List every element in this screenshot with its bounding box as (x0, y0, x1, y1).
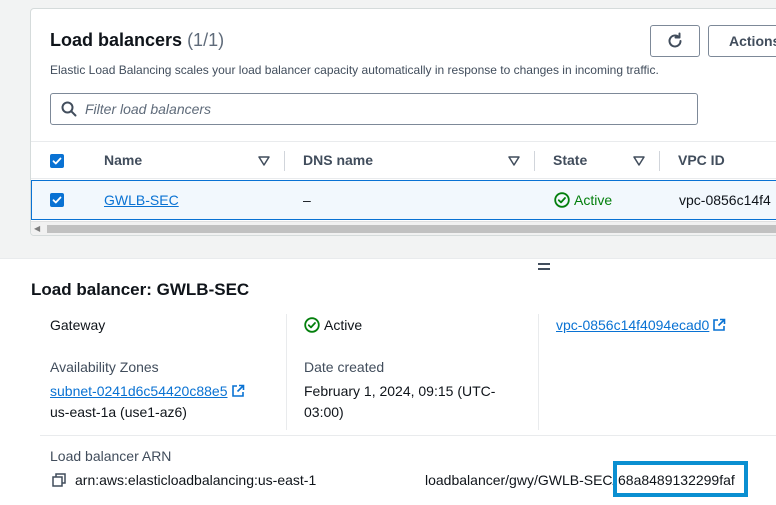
arn-middle: loadbalancer/gwy/GWLB-SEC/ (425, 472, 617, 488)
panel-description: Elastic Load Balancing scales your load … (50, 63, 659, 77)
status-value: Active (304, 315, 362, 336)
date-created-line2: 03:00) (304, 404, 344, 420)
date-created-label: Date created (304, 359, 385, 375)
refresh-icon (668, 32, 682, 48)
success-check-icon (554, 192, 570, 208)
sort-caret-icon[interactable] (508, 156, 520, 166)
row-dns: – (303, 192, 311, 208)
actions-button[interactable]: Actions (708, 25, 776, 57)
load-balancers-panel: Load balancers (1/1) Elastic Load Balanc… (30, 8, 776, 236)
check-icon (52, 196, 62, 204)
vpc-link[interactable]: vpc-0856c14f4094ecad0 (556, 317, 709, 333)
resize-handle-icon[interactable] (536, 262, 552, 272)
row-state: Active (554, 192, 612, 208)
scroll-left-icon[interactable]: ◀ (34, 224, 40, 233)
row-checkbox[interactable] (50, 193, 64, 207)
arn-label: Load balancer ARN (50, 448, 172, 464)
copy-icon[interactable] (52, 473, 66, 487)
column-header-state[interactable]: State (553, 152, 587, 168)
table-row[interactable]: GWLB-SEC – Active vpc-0856c14f4 (31, 180, 776, 220)
split-divider (0, 258, 776, 259)
az-value: us-east-1a (use1-az6) (50, 404, 187, 420)
column-divider[interactable] (659, 151, 660, 171)
details-title: Load balancer: GWLB-SEC (31, 280, 250, 299)
search-icon (61, 101, 77, 117)
scrollbar-thumb[interactable] (47, 225, 776, 233)
row-name-link[interactable]: GWLB-SEC (104, 192, 179, 208)
vpc-link-wrap: vpc-0856c14f4094ecad0 (556, 315, 726, 336)
column-header-name[interactable]: Name (104, 152, 142, 168)
panel-count: (1/1) (187, 30, 225, 50)
column-header-dns[interactable]: DNS name (303, 152, 373, 168)
arn-highlight-box (613, 461, 748, 497)
table-header: Name DNS name State VPC ID (31, 141, 776, 179)
panel-title: Load balancers (1/1) (50, 30, 224, 51)
column-header-vpc[interactable]: VPC ID (678, 152, 725, 168)
column-divider (286, 314, 287, 430)
check-icon (52, 157, 62, 165)
filter-input[interactable] (85, 101, 665, 117)
subnet-link-wrap: subnet-0241d6c54420c88e5 (50, 381, 245, 402)
date-created-line1: February 1, 2024, 09:15 (UTC- (304, 383, 496, 399)
success-check-icon (304, 317, 320, 333)
row-vpc: vpc-0856c14f4 (679, 192, 771, 208)
select-all-checkbox[interactable] (50, 154, 64, 168)
panel-title-text: Load balancers (50, 30, 183, 50)
sort-caret-icon[interactable] (633, 156, 645, 166)
arn-prefix: arn:aws:elasticloadbalancing:us-east-1 (75, 472, 317, 488)
actions-label: Actions (729, 33, 776, 49)
sort-caret-icon[interactable] (258, 156, 270, 166)
column-divider[interactable] (284, 151, 285, 171)
row-state-text: Active (574, 192, 613, 208)
status-text: Active (324, 317, 363, 333)
external-link-icon[interactable] (231, 384, 245, 398)
column-divider (538, 314, 539, 430)
subnet-link[interactable]: subnet-0241d6c54420c88e5 (50, 383, 228, 399)
filter-search-box[interactable] (50, 93, 698, 125)
external-link-icon[interactable] (712, 318, 726, 332)
type-value: Gateway (50, 317, 106, 333)
az-label: Availability Zones (50, 359, 159, 375)
column-divider[interactable] (534, 151, 535, 171)
horizontal-scrollbar[interactable]: ◀ (31, 221, 776, 235)
section-divider (40, 435, 776, 436)
refresh-button[interactable] (650, 25, 700, 57)
